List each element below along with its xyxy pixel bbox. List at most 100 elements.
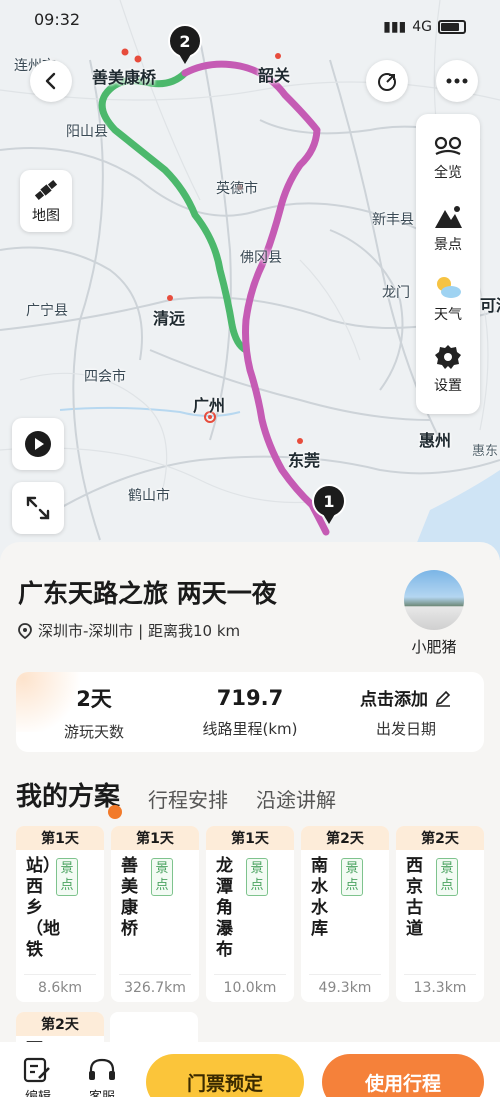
sight-tag: 景点 bbox=[56, 858, 78, 896]
day-card-list: 第1天 站）西乡（地铁 景点 8.6km 第1天 善美康桥 景点 326.7km… bbox=[16, 826, 496, 1002]
side-overview-button[interactable]: 全览 bbox=[416, 124, 480, 194]
more-button[interactable] bbox=[436, 60, 478, 102]
side-sights-button[interactable]: 景点 bbox=[416, 194, 480, 264]
stat-departure-value[interactable]: 点击添加 bbox=[360, 685, 452, 710]
expand-icon bbox=[26, 496, 50, 520]
map-label-longmen: 龙门 bbox=[382, 285, 410, 301]
author-avatar[interactable] bbox=[404, 570, 464, 630]
map-side-panel: 全览 景点 天气 设置 bbox=[416, 114, 480, 414]
sight-tag: 景点 bbox=[341, 858, 363, 896]
play-route-button[interactable] bbox=[12, 418, 64, 470]
day-card-name: 西京古道 bbox=[406, 856, 423, 939]
trip-stats: 2天 游玩天数 719.7 线路里程(km) 点击添加 出发日期 bbox=[16, 672, 484, 752]
day-card-5[interactable]: 第2天 西京古道 景点 13.3km bbox=[396, 826, 484, 1002]
play-icon bbox=[25, 431, 51, 457]
tab-my-plan[interactable]: 我的方案 bbox=[16, 776, 123, 819]
use-itinerary-button[interactable]: 使用行程 bbox=[322, 1054, 484, 1097]
side-settings-button[interactable]: 设置 bbox=[416, 334, 480, 404]
map-label-heshan: 鹤山市 bbox=[128, 488, 170, 504]
sight-tag: 景点 bbox=[246, 858, 268, 896]
map-label-kexi: 可浠 bbox=[480, 296, 500, 315]
map-label-fogang: 佛冈县 bbox=[240, 250, 282, 266]
route-pin-1[interactable]: 1 bbox=[312, 484, 346, 526]
day-card-name: 站）西乡（地铁 bbox=[26, 856, 60, 960]
share-icon bbox=[378, 73, 396, 91]
status-bar: 09:32 ▮▮▮ 4G bbox=[0, 0, 500, 44]
day-card-divider bbox=[214, 974, 286, 975]
chevron-left-icon bbox=[45, 72, 56, 90]
map-label-qingyuan: 清远 bbox=[153, 309, 186, 328]
day-card-day: 第2天 bbox=[301, 826, 389, 850]
trip-detail-sheet: 广东天路之旅 两天一夜 深圳市-深圳市 | 距离我10 km 小肥猪 2天 游玩… bbox=[0, 542, 500, 1097]
more-icon bbox=[446, 78, 468, 84]
day-card-km: 8.6km bbox=[37, 980, 82, 996]
customer-service-button[interactable]: 客服 bbox=[82, 1056, 122, 1097]
map-label-guangning: 广宁县 bbox=[26, 303, 68, 319]
map-label-dongguan: 东莞 bbox=[288, 451, 321, 470]
map-label-yangshan: 阳山县 bbox=[66, 124, 108, 140]
map-label-shaoguan: 韶关 bbox=[258, 66, 291, 85]
day-card-divider bbox=[404, 974, 476, 975]
settings-icon bbox=[435, 345, 461, 369]
side-weather-label: 天气 bbox=[434, 307, 462, 323]
tab-my-plan-label: 我的方案 bbox=[16, 782, 121, 812]
network-type: 4G bbox=[412, 19, 432, 35]
share-button[interactable] bbox=[366, 60, 408, 102]
day-card-day: 第1天 bbox=[111, 826, 199, 850]
fullscreen-button[interactable] bbox=[12, 482, 64, 534]
day-card-1[interactable]: 第1天 站）西乡（地铁 景点 8.6km bbox=[16, 826, 104, 1002]
edit-icon bbox=[23, 1057, 50, 1083]
stat-distance-value: 719.7 bbox=[216, 685, 284, 710]
map-label-guangzhou: 广州 bbox=[193, 396, 226, 415]
day-card-3[interactable]: 第1天 龙潭角瀑布 景点 10.0km bbox=[206, 826, 294, 1002]
stat-days-label: 游玩天数 bbox=[63, 722, 124, 741]
stat-days: 2天 游玩天数 bbox=[16, 672, 172, 752]
stat-departure[interactable]: 点击添加 出发日期 bbox=[328, 672, 484, 752]
day-card-km: 10.0km bbox=[223, 980, 277, 996]
day-card-km: 49.3km bbox=[318, 980, 372, 996]
trip-subtitle-text: 深圳市-深圳市 | 距离我10 km bbox=[38, 622, 241, 640]
location-icon bbox=[18, 622, 32, 639]
status-time: 09:32 bbox=[34, 10, 81, 29]
side-settings-label: 设置 bbox=[434, 378, 462, 394]
back-button[interactable] bbox=[30, 60, 72, 102]
day-card-divider bbox=[24, 974, 96, 975]
day-card-divider bbox=[309, 974, 381, 975]
day-card-day: 第1天 bbox=[206, 826, 294, 850]
tab-itinerary[interactable]: 行程安排 bbox=[148, 784, 228, 813]
day-card-name: 善美康桥 bbox=[121, 856, 138, 939]
map-toggle-label: 地图 bbox=[32, 208, 60, 224]
day-card-day: 第2天 bbox=[396, 826, 484, 850]
add-date-text: 点击添加 bbox=[360, 690, 428, 710]
stat-departure-label: 出发日期 bbox=[375, 720, 436, 738]
edit-label: 编辑 bbox=[25, 1086, 51, 1097]
edit-pencil-icon bbox=[435, 690, 451, 707]
service-label: 客服 bbox=[89, 1086, 115, 1097]
side-weather-button[interactable]: 天气 bbox=[416, 264, 480, 334]
bottom-action-bar: 编辑 客服 门票预定 使用行程 bbox=[0, 1042, 500, 1097]
battery-icon bbox=[438, 20, 466, 34]
day-card-name: 龙潭角瀑布 bbox=[216, 856, 233, 960]
ticket-booking-button[interactable]: 门票预定 bbox=[146, 1054, 304, 1097]
trip-subtitle: 深圳市-深圳市 | 距离我10 km bbox=[18, 620, 240, 641]
map-label-yingde: 英德市 bbox=[216, 181, 258, 197]
map-label-huizhou: 惠州 bbox=[419, 431, 452, 450]
active-tab-dot bbox=[108, 805, 123, 819]
map-label-sihui: 四会市 bbox=[84, 369, 126, 385]
day-card-2[interactable]: 第1天 善美康桥 景点 326.7km bbox=[111, 826, 199, 1002]
weather-icon bbox=[437, 277, 461, 298]
route-map[interactable]: 善美康桥 韶关 连州市 阳山县 英德市 新丰县 佛冈县 龙门 可浠 广宁县 清远… bbox=[0, 0, 500, 560]
stat-distance-label: 线路里程(km) bbox=[202, 719, 298, 738]
route-pin-number: 1 bbox=[312, 484, 346, 518]
map-layer-button[interactable]: 地图 bbox=[20, 170, 72, 232]
day-card-4[interactable]: 第2天 南水水库 景点 49.3km bbox=[301, 826, 389, 1002]
trip-title: 广东天路之旅 两天一夜 bbox=[18, 579, 277, 608]
map-label-shanmei: 善美康桥 bbox=[92, 68, 157, 87]
map-label-xinfeng: 新丰县 bbox=[372, 212, 414, 228]
edit-button[interactable]: 编辑 bbox=[18, 1056, 58, 1097]
author-name[interactable]: 小肥猪 bbox=[398, 636, 470, 657]
sight-tag: 景点 bbox=[151, 858, 173, 896]
headset-icon bbox=[89, 1058, 115, 1080]
signal-icon: ▮▮▮ bbox=[383, 19, 407, 35]
tab-guide[interactable]: 沿途讲解 bbox=[256, 784, 336, 813]
